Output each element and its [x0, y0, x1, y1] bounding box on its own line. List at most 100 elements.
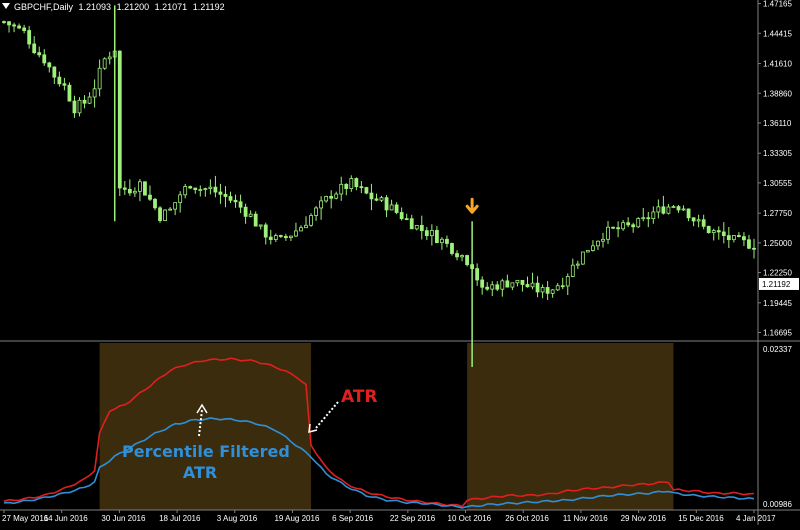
time-tick-label-6: 6 Sep 2016: [332, 514, 373, 523]
candle-body-124: [626, 222, 631, 226]
atr-annotation: ATR: [341, 387, 378, 407]
candle-body-128: [646, 217, 651, 220]
time-tick-label-10: 11 Nov 2016: [563, 514, 608, 523]
candle-body-139: [701, 219, 706, 227]
filtered-atr-annotation-line1: Percentile Filtered: [122, 442, 290, 461]
candle-body-34: [173, 202, 178, 210]
candle-body-71: [359, 186, 364, 189]
open-value: 1.21093: [78, 2, 112, 12]
candle-body-133: [671, 206, 676, 208]
candle-body-109: [550, 289, 555, 294]
candle-body-16: [82, 99, 87, 104]
time-tick-label-13: 4 Jan 2017: [736, 514, 776, 523]
price-tick-label-6: 1.30555: [763, 179, 792, 188]
candle-body-125: [631, 224, 636, 228]
shaded-region-0: [99, 343, 312, 510]
candle-body-120: [606, 226, 610, 240]
candle-body-38: [193, 187, 198, 190]
atr-pointer-line: [315, 401, 339, 429]
trading-chart[interactable]: 1.47165 1.44415 1.41610 1.38860 1.36110 1.333…: [0, 0, 800, 525]
candle-body-137: [691, 217, 696, 222]
candle-body-136: [686, 208, 691, 219]
candle-body-2: [12, 24, 16, 27]
candle-body-115: [580, 251, 585, 265]
price-tick-label-4: 1.36110: [763, 119, 792, 128]
candle-body-84: [424, 230, 429, 237]
candle-body-95: [480, 279, 485, 288]
candle-body-58: [294, 230, 298, 237]
candle-body-55: [278, 235, 283, 237]
price-tick-label-2: 1.41610: [763, 60, 792, 69]
candle-body-130: [656, 206, 661, 213]
candle-body-61: [309, 215, 313, 226]
candle-body-42: [213, 186, 218, 193]
candle-body-39: [198, 189, 203, 191]
candle-body-132: [666, 206, 671, 214]
candle-body-5: [27, 30, 32, 45]
candle-body-50: [253, 213, 258, 227]
time-tick-label-2: 30 Jun 2016: [101, 514, 146, 523]
candle-body-126: [636, 218, 641, 228]
candle-body-127: [641, 217, 646, 220]
candle-body-3: [17, 25, 22, 29]
candle-body-86: [434, 230, 439, 244]
candle-body-90: [455, 253, 459, 258]
candle-body-103: [520, 279, 525, 285]
time-tick-label-4: 3 Aug 2016: [217, 514, 258, 523]
chart-canvas[interactable]: 1.47165 1.44415 1.41610 1.38860 1.36110 1.333…: [0, 0, 800, 525]
candle-body-143: [721, 231, 726, 236]
candle-body-14: [72, 100, 77, 114]
candle-body-85: [429, 230, 434, 237]
price-tick-label-9: 1.22250: [763, 269, 792, 278]
candle-body-63: [319, 200, 324, 209]
candle-body-0: [2, 21, 6, 23]
candle-body-81: [409, 218, 414, 230]
candle-body-129: [651, 211, 656, 220]
candle-body-108: [545, 287, 550, 294]
chart-menu-icon[interactable]: [2, 3, 10, 9]
candle-body-73: [369, 192, 374, 200]
candle-body-23: [117, 50, 122, 189]
candle-body-7: [37, 52, 42, 56]
price-tick-label-1: 1.44415: [763, 29, 792, 38]
candle-body-43: [218, 191, 223, 195]
candle-body-30: [153, 198, 157, 209]
candle-body-117: [591, 245, 595, 251]
candle-body-110: [555, 285, 560, 291]
candle-body-36: [183, 186, 188, 196]
candle-body-49: [248, 213, 253, 217]
candle-body-118: [596, 240, 600, 247]
candle-body-53: [268, 236, 273, 240]
candle-body-65: [329, 196, 334, 199]
candle-body-119: [601, 238, 605, 242]
high-value: 1.21200: [116, 2, 150, 12]
candle-body-78: [394, 204, 399, 213]
candle-body-11: [57, 76, 62, 85]
candle-body-106: [535, 282, 540, 293]
candle-body-59: [299, 227, 303, 232]
candle-body-70: [354, 178, 359, 188]
candle-body-69: [349, 178, 354, 190]
candle-body-44: [223, 193, 228, 197]
candle-body-91: [460, 255, 464, 258]
price-tick-label-8: 1.25000: [763, 239, 792, 248]
candle-body-147: [742, 236, 746, 241]
candle-body-76: [384, 197, 389, 211]
candle-body-15: [77, 99, 82, 114]
candle-body-32: [163, 209, 167, 221]
candle-body-134: [676, 206, 681, 211]
candle-body-64: [324, 196, 329, 202]
candle-body-79: [399, 212, 404, 220]
candle-body-135: [681, 208, 686, 211]
candle-body-146: [736, 235, 741, 238]
candle-body-82: [414, 224, 419, 230]
candle-body-74: [374, 198, 379, 201]
candle-body-77: [389, 204, 394, 211]
time-tick-label-12: 15 Dec 2016: [678, 514, 724, 523]
candle-body-20: [102, 58, 107, 69]
candle-body-66: [334, 193, 339, 199]
candle-body-141: [711, 230, 716, 234]
candle-body-62: [314, 207, 318, 216]
candle-body-13: [67, 84, 72, 102]
price-tick-label-11: 1.16695: [763, 328, 792, 337]
